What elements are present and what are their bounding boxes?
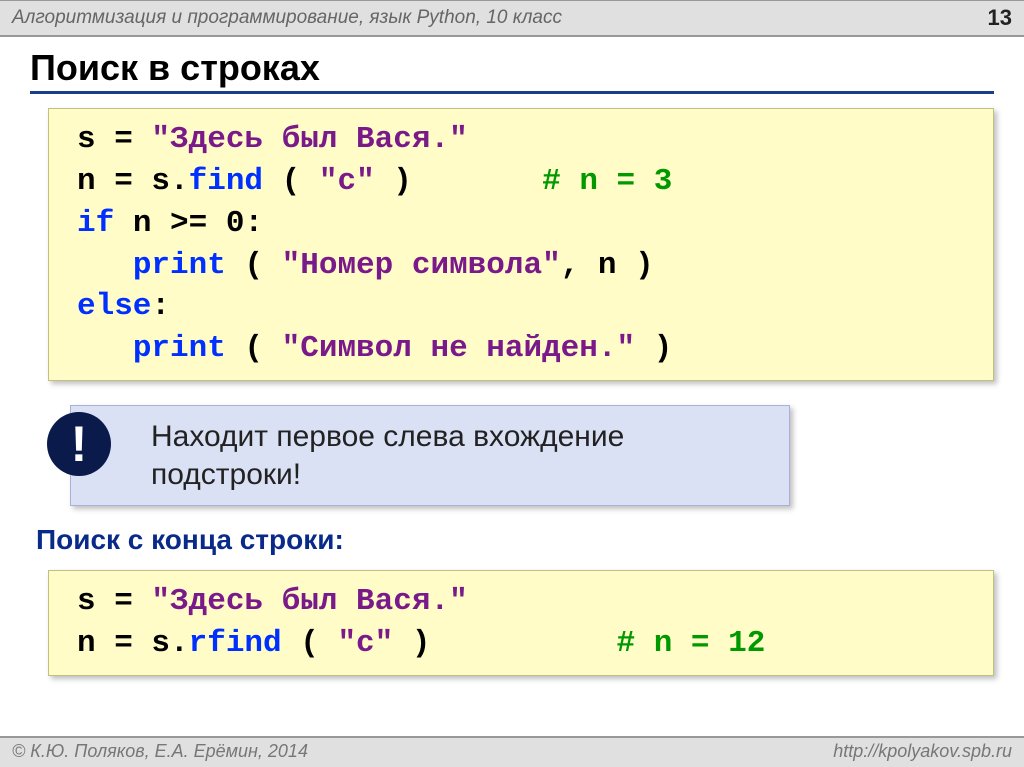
copyright-text: © К.Ю. Поляков, Е.А. Ерёмин, 2014 bbox=[12, 741, 308, 762]
code-text: ( bbox=[226, 331, 282, 366]
code-string: "с" bbox=[337, 626, 393, 661]
code-keyword: else bbox=[77, 289, 151, 324]
code-comment: # n = 12 bbox=[617, 626, 766, 661]
code-text: n = s. bbox=[77, 626, 189, 661]
page-number: 13 bbox=[988, 5, 1012, 31]
code-func: print bbox=[133, 248, 226, 283]
code-block-find: s = "Здесь был Вася." n = s.find ( "с" )… bbox=[48, 108, 994, 381]
code-indent bbox=[77, 248, 133, 283]
code-text: s = bbox=[77, 122, 151, 157]
code-text: ( bbox=[282, 626, 338, 661]
code-text: : bbox=[151, 289, 170, 324]
code-text: n = s. bbox=[77, 164, 189, 199]
footer-url: http://kpolyakov.spb.ru bbox=[833, 741, 1012, 762]
code-func: print bbox=[133, 331, 226, 366]
footer-bar: © К.Ю. Поляков, Е.А. Ерёмин, 2014 http:/… bbox=[0, 736, 1024, 767]
code-text: , n ) bbox=[561, 248, 654, 283]
code-func: rfind bbox=[189, 626, 282, 661]
code-string: "Здесь был Вася." bbox=[151, 122, 467, 157]
code-string: "Номер символа" bbox=[282, 248, 561, 283]
page-title: Поиск в строках bbox=[30, 47, 994, 94]
code-text: : bbox=[244, 206, 263, 241]
info-text: Находит первое слева вхождение подстроки… bbox=[151, 420, 624, 491]
code-keyword: if bbox=[77, 206, 114, 241]
code-text: ( bbox=[263, 164, 319, 199]
code-text: ) bbox=[635, 331, 672, 366]
code-indent bbox=[77, 331, 133, 366]
code-text: ) bbox=[375, 164, 542, 199]
code-text: ) bbox=[393, 626, 616, 661]
subheading: Поиск с конца строки: bbox=[36, 524, 994, 556]
exclamation-icon: ! bbox=[47, 412, 111, 476]
exclamation-mark: ! bbox=[71, 413, 88, 476]
code-text: n >= bbox=[114, 206, 226, 241]
code-text: ( bbox=[226, 248, 282, 283]
code-string: "Символ не найден." bbox=[282, 331, 635, 366]
code-string: "Здесь был Вася." bbox=[151, 584, 467, 619]
header-bar: Алгоритмизация и программирование, язык … bbox=[0, 0, 1024, 37]
code-func: find bbox=[189, 164, 263, 199]
code-string: "с" bbox=[319, 164, 375, 199]
code-text: s = bbox=[77, 584, 151, 619]
code-block-rfind: s = "Здесь был Вася." n = s.rfind ( "с" … bbox=[48, 570, 994, 676]
course-label: Алгоритмизация и программирование, язык … bbox=[12, 7, 562, 29]
code-comment: # n = 3 bbox=[542, 164, 672, 199]
info-callout: ! Находит первое слева вхождение подстро… bbox=[70, 405, 790, 506]
content-area: Поиск в строках s = "Здесь был Вася." n … bbox=[0, 37, 1024, 676]
code-number: 0 bbox=[226, 206, 245, 241]
